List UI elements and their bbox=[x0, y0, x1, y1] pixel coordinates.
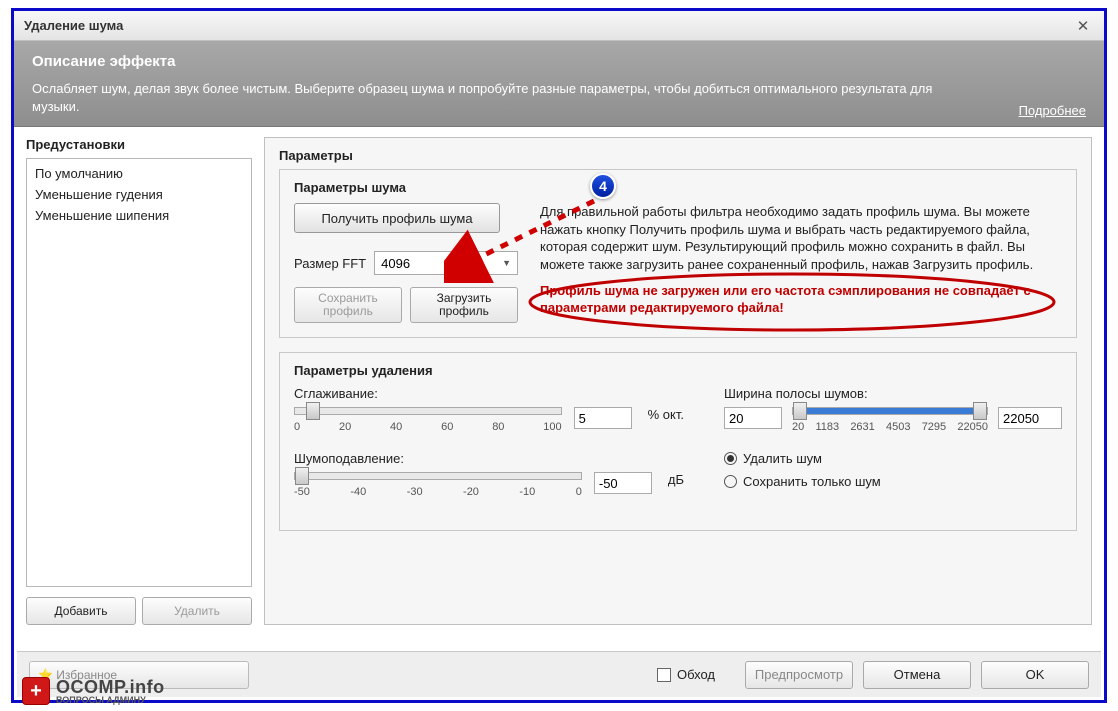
more-link[interactable]: Подробнее bbox=[1019, 103, 1086, 118]
presets-title: Предустановки bbox=[26, 137, 252, 152]
radio-remove-noise[interactable]: Удалить шум bbox=[724, 451, 1062, 466]
band-low-input[interactable] bbox=[724, 407, 782, 429]
smoothing-ticks: 0 20 40 60 80 100 bbox=[294, 421, 562, 433]
band-ticks: 20 1183 2631 4503 7295 22050 bbox=[792, 421, 988, 433]
window-title: Удаление шума bbox=[24, 18, 1072, 33]
slider-thumb[interactable] bbox=[306, 402, 320, 420]
close-icon[interactable]: ✕ bbox=[1072, 15, 1094, 37]
fft-size-select[interactable]: 4096 bbox=[374, 251, 518, 275]
annotation-badge-4: 4 bbox=[590, 173, 616, 199]
load-profile-button[interactable]: Загрузить профиль bbox=[410, 287, 518, 323]
reduction-slider[interactable] bbox=[294, 472, 582, 480]
radio-icon bbox=[724, 475, 737, 488]
bypass-checkbox[interactable]: Обход bbox=[657, 667, 715, 682]
watermark: + OCOMP.info ВОПРОСЫ АДМИНУ bbox=[22, 677, 165, 705]
band-label: Ширина полосы шумов: bbox=[724, 386, 1062, 401]
smoothing-input[interactable] bbox=[574, 407, 632, 429]
reduction-unit: дБ bbox=[668, 472, 684, 487]
cancel-button[interactable]: Отмена bbox=[863, 661, 971, 689]
preset-item[interactable]: По умолчанию bbox=[31, 163, 247, 184]
smoothing-label: Сглаживание: bbox=[294, 386, 684, 401]
smoothing-slider[interactable] bbox=[294, 407, 562, 415]
preset-item[interactable]: Уменьшение шипения bbox=[31, 205, 247, 226]
annotation-ellipse-icon bbox=[522, 270, 1062, 334]
removal-parameters-group: Параметры удаления Сглаживание: bbox=[279, 352, 1077, 531]
noise-parameters-title: Параметры шума bbox=[294, 180, 1062, 195]
titlebar: Удаление шума ✕ bbox=[14, 11, 1104, 41]
effect-description-text: Ослабляет шум, делая звук более чистым. … bbox=[32, 80, 972, 116]
watermark-main: OCOMP.info bbox=[56, 678, 165, 696]
effect-description-heading: Описание эффекта bbox=[32, 53, 1086, 70]
noise-parameters-group: Параметры шума Получить профиль шума Раз… bbox=[279, 169, 1077, 338]
presets-list[interactable]: По умолчанию Уменьшение гудения Уменьшен… bbox=[26, 158, 252, 587]
dialog-footer: ⭐ Избранное Обход Предпросмотр Отмена OK bbox=[17, 651, 1101, 697]
smoothing-unit: % окт. bbox=[648, 407, 684, 422]
preset-item[interactable]: Уменьшение гудения bbox=[31, 184, 247, 205]
slider-thumb-high[interactable] bbox=[973, 402, 987, 420]
effect-description-panel: Описание эффекта Ослабляет шум, делая зв… bbox=[14, 41, 1104, 127]
checkbox-icon bbox=[657, 668, 671, 682]
parameters-title: Параметры bbox=[279, 148, 1077, 163]
slider-thumb[interactable] bbox=[295, 467, 309, 485]
add-preset-button[interactable]: Добавить bbox=[26, 597, 136, 625]
reduction-label: Шумоподавление: bbox=[294, 451, 684, 466]
noise-info-text: Для правильной работы фильтра необходимо… bbox=[540, 203, 1062, 273]
get-noise-profile-button[interactable]: Получить профиль шума bbox=[294, 203, 500, 233]
reduction-input[interactable] bbox=[594, 472, 652, 494]
watermark-logo-icon: + bbox=[22, 677, 50, 705]
reduction-ticks: -50 -40 -30 -20 -10 0 bbox=[294, 486, 582, 498]
ok-button[interactable]: OK bbox=[981, 661, 1089, 689]
slider-thumb-low[interactable] bbox=[793, 402, 807, 420]
preview-button[interactable]: Предпросмотр bbox=[745, 661, 853, 689]
band-slider[interactable] bbox=[792, 407, 988, 415]
parameters-panel: Параметры Параметры шума Получить профил… bbox=[264, 137, 1092, 625]
radio-keep-noise[interactable]: Сохранить только шум bbox=[724, 474, 1062, 489]
watermark-sub: ВОПРОСЫ АДМИНУ bbox=[56, 696, 165, 705]
removal-parameters-title: Параметры удаления bbox=[294, 363, 1062, 378]
fft-size-label: Размер FFT bbox=[294, 256, 366, 271]
presets-panel: Предустановки По умолчанию Уменьшение гу… bbox=[26, 137, 252, 625]
remove-preset-button: Удалить bbox=[142, 597, 252, 625]
noise-removal-dialog: Удаление шума ✕ Описание эффекта Ослабля… bbox=[11, 8, 1107, 703]
band-high-input[interactable] bbox=[998, 407, 1062, 429]
radio-icon bbox=[724, 452, 737, 465]
save-profile-button: Сохранить профиль bbox=[294, 287, 402, 323]
